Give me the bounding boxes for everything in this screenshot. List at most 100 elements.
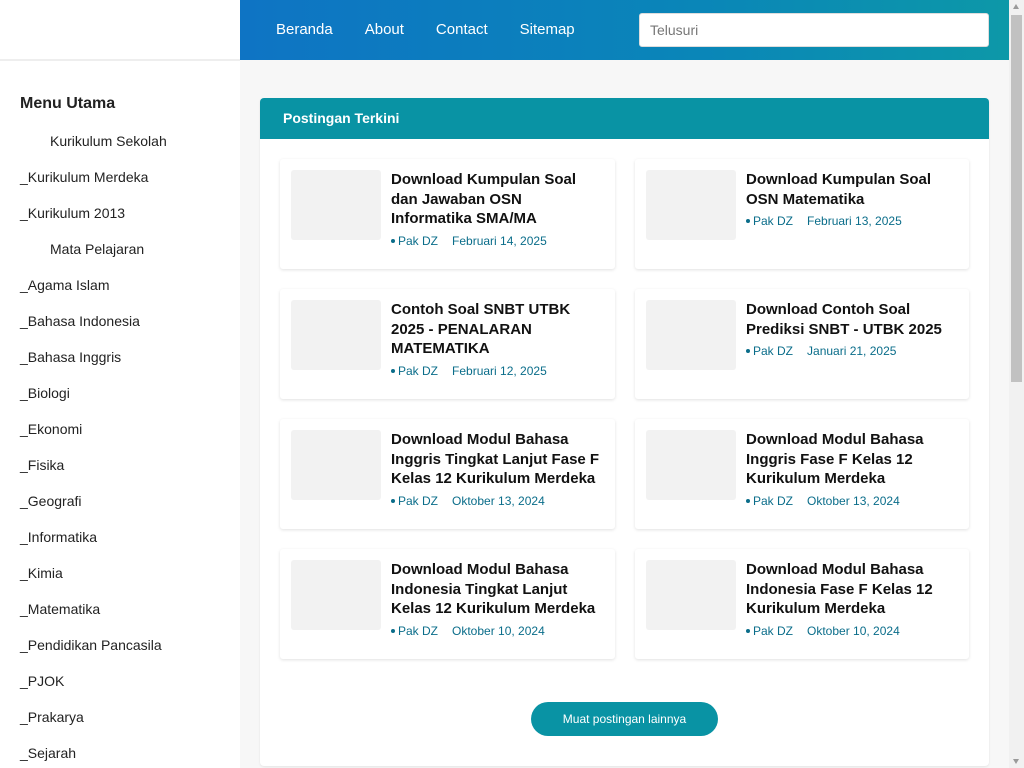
post-date: Januari 21, 2025 <box>807 344 897 358</box>
post-title[interactable]: Download Contoh Soal Prediksi SNBT - UTB… <box>746 300 959 339</box>
post-author[interactable]: Pak DZ <box>398 234 438 248</box>
scroll-up-arrow-icon[interactable] <box>1013 4 1019 9</box>
post-title[interactable]: Download Kumpulan Soal OSN Matematika <box>746 170 959 209</box>
sidebar-item[interactable]: _Biologi <box>20 383 240 419</box>
post-title[interactable]: Contoh Soal SNBT UTBK 2025 - PENALARAN M… <box>391 300 605 359</box>
post-date: Oktober 13, 2024 <box>807 493 900 508</box>
sidebar-title: Menu Utama <box>20 95 116 112</box>
post-body: Download Contoh Soal Prediksi SNBT - UTB… <box>746 300 959 399</box>
bullet-icon <box>746 628 750 633</box>
search-input[interactable] <box>639 13 989 47</box>
sidebar-item[interactable]: _Geografi <box>20 491 240 527</box>
post-author[interactable]: Pak DZ <box>753 344 793 358</box>
post-meta: Pak DZ Februari 12, 2025 <box>391 364 605 378</box>
post-card[interactable]: Contoh Soal SNBT UTBK 2025 - PENALARAN M… <box>280 289 615 399</box>
post-author[interactable]: Pak DZ <box>753 494 793 508</box>
nav-link-sitemap[interactable]: Sitemap <box>504 0 591 60</box>
nav-link-about[interactable]: About <box>349 0 420 60</box>
scroll-down-arrow-icon[interactable] <box>1013 759 1019 764</box>
nav-link-beranda[interactable]: Beranda <box>260 0 349 60</box>
post-date: Oktober 10, 2024 <box>452 623 545 638</box>
post-card[interactable]: Download Modul Bahasa Indonesia Tingkat … <box>280 549 615 659</box>
main-content: Postingan Terkini Download Kumpulan Soal… <box>260 98 989 766</box>
post-author[interactable]: Pak DZ <box>398 624 438 638</box>
sidebar-item[interactable]: _Bahasa Indonesia <box>20 311 240 347</box>
post-grid: Download Kumpulan Soal dan Jawaban OSN I… <box>280 159 969 659</box>
post-meta: Pak DZ Oktober 13, 2024 <box>746 494 959 508</box>
sidebar-item[interactable]: _Informatika <box>20 527 240 563</box>
post-meta: Pak DZ Oktober 10, 2024 <box>746 624 959 638</box>
bullet-icon <box>746 498 750 503</box>
post-author[interactable]: Pak DZ <box>753 624 793 638</box>
sidebar-item[interactable]: _Prakarya <box>20 707 240 743</box>
post-title[interactable]: Download Modul Bahasa Indonesia Fase F K… <box>746 560 959 619</box>
sidebar-item[interactable]: _PJOK <box>20 671 240 707</box>
section-header: Postingan Terkini <box>260 98 989 139</box>
bullet-icon <box>391 368 395 373</box>
post-date: Februari 12, 2025 <box>452 363 547 378</box>
post-card[interactable]: Download Modul Bahasa Inggris Fase F Kel… <box>635 419 969 529</box>
bullet-icon <box>391 238 395 243</box>
sidebar-item[interactable]: _Ekonomi <box>20 419 240 455</box>
sidebar-menu: Kurikulum Sekolah _Kurikulum Merdeka _Kuri… <box>20 131 240 768</box>
sidebar-item[interactable]: _Kimia <box>20 563 240 599</box>
post-card[interactable]: Download Modul Bahasa Indonesia Fase F K… <box>635 549 969 659</box>
post-thumbnail[interactable] <box>291 430 381 500</box>
post-card[interactable]: Download Kumpulan Soal OSN Matematika Pak… <box>635 159 969 269</box>
sidebar-item[interactable]: _Agama Islam <box>20 275 240 311</box>
post-thumbnail[interactable] <box>291 300 381 370</box>
post-meta: Pak DZ Oktober 13, 2024 <box>391 494 605 508</box>
bullet-icon <box>391 498 395 503</box>
post-card[interactable]: Download Contoh Soal Prediksi SNBT - UTB… <box>635 289 969 399</box>
post-thumbnail[interactable] <box>291 170 381 240</box>
post-body: Download Kumpulan Soal dan Jawaban OSN I… <box>391 170 605 269</box>
post-card[interactable]: Download Kumpulan Soal dan Jawaban OSN I… <box>280 159 615 269</box>
sidebar: Menu Utama Kurikulum Sekolah _Kurikulum M… <box>0 60 240 768</box>
post-date: Februari 13, 2025 <box>807 214 902 228</box>
sidebar-item[interactable]: _Kurikulum Merdeka <box>20 167 240 203</box>
post-body: Download Modul Bahasa Indonesia Fase F K… <box>746 560 959 659</box>
post-meta: Pak DZ Februari 14, 2025 <box>391 234 605 248</box>
post-author[interactable]: Pak DZ <box>398 364 438 378</box>
post-thumbnail[interactable] <box>646 430 736 500</box>
navbar: Beranda About Contact Sitemap <box>240 0 1009 60</box>
brand-area <box>0 0 240 60</box>
sidebar-item[interactable]: _Fisika <box>20 455 240 491</box>
post-body: Download Modul Bahasa Indonesia Tingkat … <box>391 560 605 659</box>
sidebar-item[interactable]: _Matematika <box>20 599 240 635</box>
top-bar: Beranda About Contact Sitemap <box>0 0 1009 60</box>
post-thumbnail[interactable] <box>646 560 736 630</box>
post-date: Oktober 13, 2024 <box>452 493 545 508</box>
post-title[interactable]: Download Modul Bahasa Inggris Fase F Kel… <box>746 430 959 489</box>
post-meta: Pak DZ Oktober 10, 2024 <box>391 624 605 638</box>
sidebar-item[interactable]: _Sejarah <box>20 743 240 768</box>
post-meta: Pak DZ Januari 21, 2025 <box>746 344 959 358</box>
sidebar-item[interactable]: Mata Pelajaran <box>20 239 240 275</box>
sidebar-item[interactable]: Kurikulum Sekolah <box>20 131 240 167</box>
sidebar-item[interactable]: _Kurikulum 2013 <box>20 203 240 239</box>
post-title[interactable]: Download Modul Bahasa Indonesia Tingkat … <box>391 560 605 619</box>
post-author[interactable]: Pak DZ <box>398 494 438 508</box>
post-thumbnail[interactable] <box>646 300 736 370</box>
bullet-icon <box>746 219 750 223</box>
post-thumbnail[interactable] <box>646 170 736 240</box>
post-body: Download Modul Bahasa Inggris Fase F Kel… <box>746 430 959 529</box>
nav-link-contact[interactable]: Contact <box>420 0 504 60</box>
post-date: Februari 14, 2025 <box>452 233 547 248</box>
post-date: Oktober 10, 2024 <box>807 623 900 638</box>
scrollbar[interactable] <box>1009 0 1024 768</box>
bullet-icon <box>746 349 750 353</box>
post-title[interactable]: Download Modul Bahasa Inggris Tingkat La… <box>391 430 605 489</box>
post-author[interactable]: Pak DZ <box>753 214 793 228</box>
scrollbar-thumb[interactable] <box>1011 15 1022 382</box>
post-body: Download Modul Bahasa Inggris Tingkat La… <box>391 430 605 529</box>
post-card[interactable]: Download Modul Bahasa Inggris Tingkat La… <box>280 419 615 529</box>
load-more-button[interactable]: Muat postingan lainnya <box>531 702 718 736</box>
post-body: Contoh Soal SNBT UTBK 2025 - PENALARAN M… <box>391 300 605 399</box>
post-title[interactable]: Download Kumpulan Soal dan Jawaban OSN I… <box>391 170 605 229</box>
bullet-icon <box>391 628 395 633</box>
post-thumbnail[interactable] <box>291 560 381 630</box>
post-body: Download Kumpulan Soal OSN Matematika Pak… <box>746 170 959 269</box>
sidebar-item[interactable]: _Pendidikan Pancasila <box>20 635 240 671</box>
sidebar-item[interactable]: _Bahasa Inggris <box>20 347 240 383</box>
